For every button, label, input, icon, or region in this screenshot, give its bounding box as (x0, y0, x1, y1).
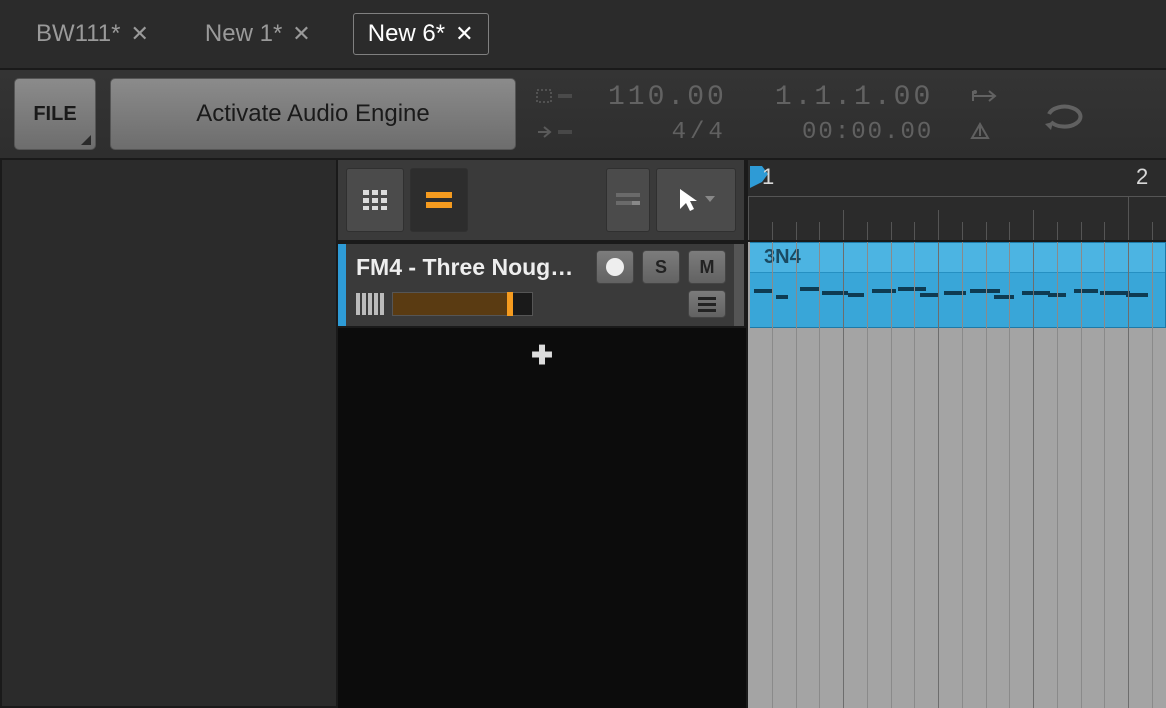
loop-icon[interactable] (1039, 96, 1093, 132)
track-layout-toggle[interactable] (410, 168, 468, 232)
punch-in-icon[interactable] (969, 88, 997, 108)
track-color-strip (338, 244, 346, 326)
solo-button[interactable]: S (642, 250, 680, 284)
tab-bw111[interactable]: BW111* ✕ (22, 14, 163, 54)
close-icon[interactable]: ✕ (455, 21, 473, 47)
tempo-value: 110.00 (608, 80, 727, 116)
tab-new6[interactable]: New 6* ✕ (353, 13, 489, 55)
activate-label: Activate Audio Engine (196, 100, 430, 128)
arranger: FM4 - Three Noug… S M (338, 160, 1166, 708)
meter-strip (734, 244, 744, 326)
pointer-tool-icon (677, 187, 699, 213)
arrange-area[interactable]: 3N4 (748, 242, 1166, 708)
close-icon[interactable]: ✕ (292, 21, 310, 47)
position-display[interactable]: 1.1.1.00 00:00.00 (775, 80, 933, 148)
timeline: 1 2 3N4 (748, 160, 1166, 708)
solo-label: S (655, 257, 667, 278)
latency-icon (536, 123, 576, 141)
tab-label: New 6* (368, 20, 445, 48)
track-header[interactable]: FM4 - Three Noug… S M (338, 242, 746, 328)
metronome-icon[interactable] (969, 122, 991, 140)
transport-extra-icons (969, 88, 997, 140)
cpu-icon (536, 87, 576, 105)
main-toolbar: FILE Activate Audio Engine 110.00 4/4 1.… (0, 68, 1166, 160)
engine-status-icons (536, 87, 576, 141)
volume-handle[interactable] (507, 292, 513, 316)
volume-fill (393, 293, 507, 315)
timecode: 00:00.00 (775, 117, 933, 148)
tab-new1[interactable]: New 1* ✕ (191, 14, 325, 54)
clip-notes (748, 273, 1165, 328)
chevron-down-icon (705, 196, 715, 204)
tool-selector[interactable] (656, 168, 736, 232)
ruler-ticks (748, 196, 1166, 240)
clip-launcher-toggle[interactable] (346, 168, 404, 232)
plus-icon: ✚ (531, 340, 553, 370)
track-name[interactable]: FM4 - Three Noug… (356, 254, 588, 281)
record-icon (606, 258, 624, 276)
tab-bar: BW111* ✕ New 1* ✕ New 6* ✕ (0, 0, 1166, 68)
track-panel-toolbar (338, 160, 746, 242)
track-menu-button[interactable] (688, 290, 726, 318)
mute-button[interactable]: M (688, 250, 726, 284)
ruler-label-2: 2 (1136, 164, 1148, 190)
close-icon[interactable]: ✕ (130, 21, 148, 47)
activate-audio-engine-button[interactable]: Activate Audio Engine (110, 78, 516, 150)
time-signature: 4/4 (608, 117, 727, 148)
grid-icon (363, 190, 387, 210)
tab-label: New 1* (205, 20, 282, 48)
add-track-button[interactable]: ✚ (338, 328, 746, 371)
automation-icon (616, 191, 640, 209)
mute-label: M (700, 257, 715, 278)
main-area: FM4 - Three Noug… S M (0, 160, 1166, 708)
bar-position: 1.1.1.00 (775, 80, 933, 116)
instrument-icon (356, 293, 384, 315)
inspector-panel (0, 160, 338, 708)
rows-icon (426, 192, 452, 208)
automation-toggle[interactable] (606, 168, 650, 232)
record-arm-button[interactable] (596, 250, 634, 284)
tab-label: BW111* (36, 20, 120, 48)
file-button-label: FILE (33, 103, 76, 126)
ruler[interactable]: 1 2 (748, 160, 1166, 242)
tempo-display[interactable]: 110.00 4/4 (608, 80, 727, 148)
track-panel: FM4 - Three Noug… S M (338, 160, 748, 708)
file-button[interactable]: FILE (14, 78, 96, 150)
ruler-label-1: 1 (762, 164, 774, 190)
volume-slider[interactable] (392, 292, 533, 316)
